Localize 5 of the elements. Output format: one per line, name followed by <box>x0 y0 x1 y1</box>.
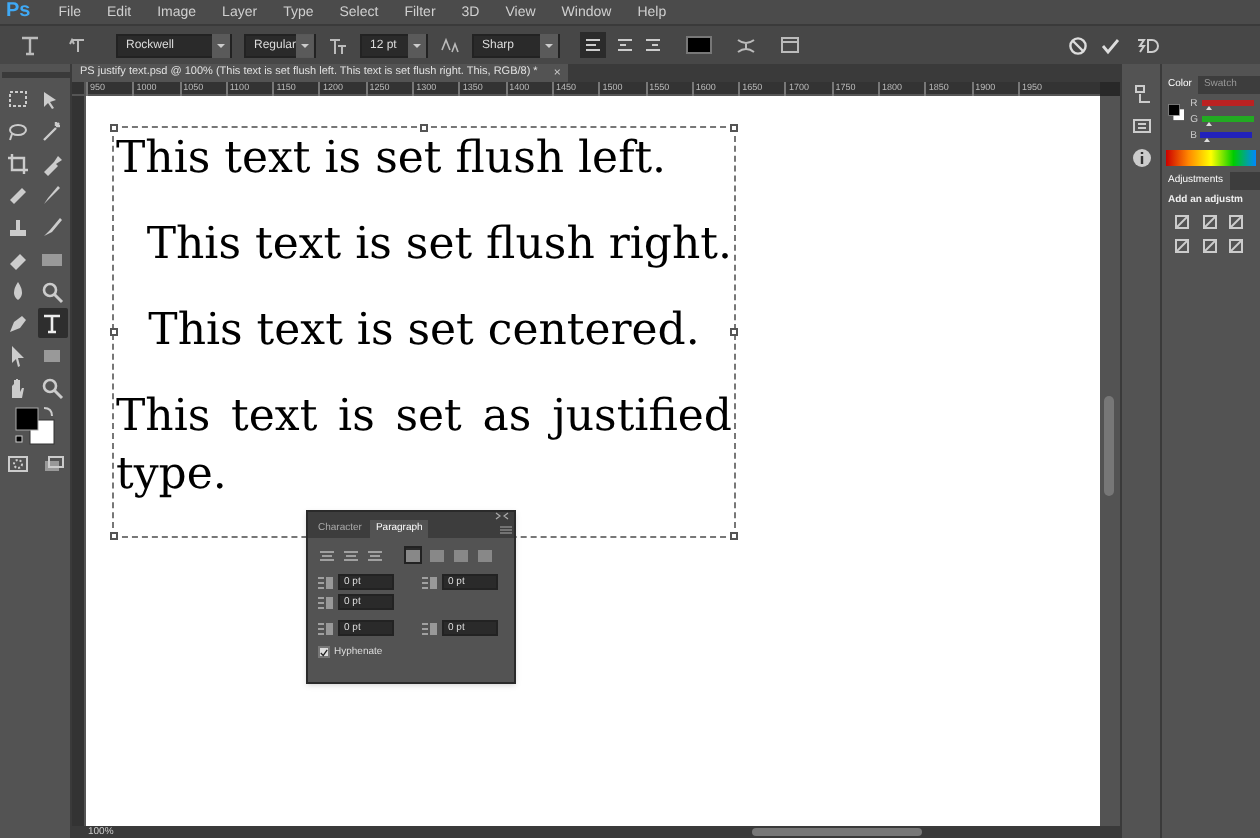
paragraph-text: This text is set as justified type. <box>116 390 732 504</box>
app-logo: Ps <box>4 2 33 22</box>
paragraph-text: This text is set centered. <box>148 306 700 356</box>
paragraph-text: This text is set flush right. <box>146 220 732 270</box>
paragraph-text: This text is set flush left. <box>116 134 667 184</box>
